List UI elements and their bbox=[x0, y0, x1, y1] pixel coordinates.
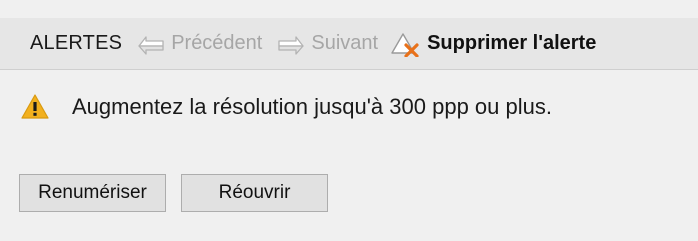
next-arrow-icon bbox=[278, 35, 305, 55]
alerts-title: ALERTES bbox=[30, 32, 123, 54]
next-button[interactable]: Suivant bbox=[276, 32, 378, 56]
delete-alert-icon bbox=[391, 32, 419, 57]
alerts-toolbar: ALERTES Précédent Suivant Supprimer l'al… bbox=[0, 18, 698, 70]
alert-message-text: Augmentez la résolution jusqu'à 300 ppp … bbox=[72, 93, 552, 119]
previous-button[interactable]: Précédent bbox=[136, 32, 262, 56]
reopen-button[interactable]: Réouvrir bbox=[181, 174, 328, 212]
previous-label: Précédent bbox=[171, 32, 263, 54]
next-label: Suivant bbox=[311, 32, 379, 54]
alerts-panel: ALERTES Précédent Suivant Supprimer l'al… bbox=[0, 0, 698, 241]
rescan-button[interactable]: Renumériser bbox=[19, 174, 166, 212]
delete-alert-label: Supprimer l'alerte bbox=[427, 32, 597, 54]
previous-arrow-icon bbox=[138, 35, 164, 55]
alert-message: Augmentez la résolution jusqu'à 300 ppp … bbox=[20, 93, 552, 120]
warning-icon bbox=[21, 94, 49, 119]
delete-alert-button[interactable]: Supprimer l'alerte bbox=[390, 31, 596, 57]
